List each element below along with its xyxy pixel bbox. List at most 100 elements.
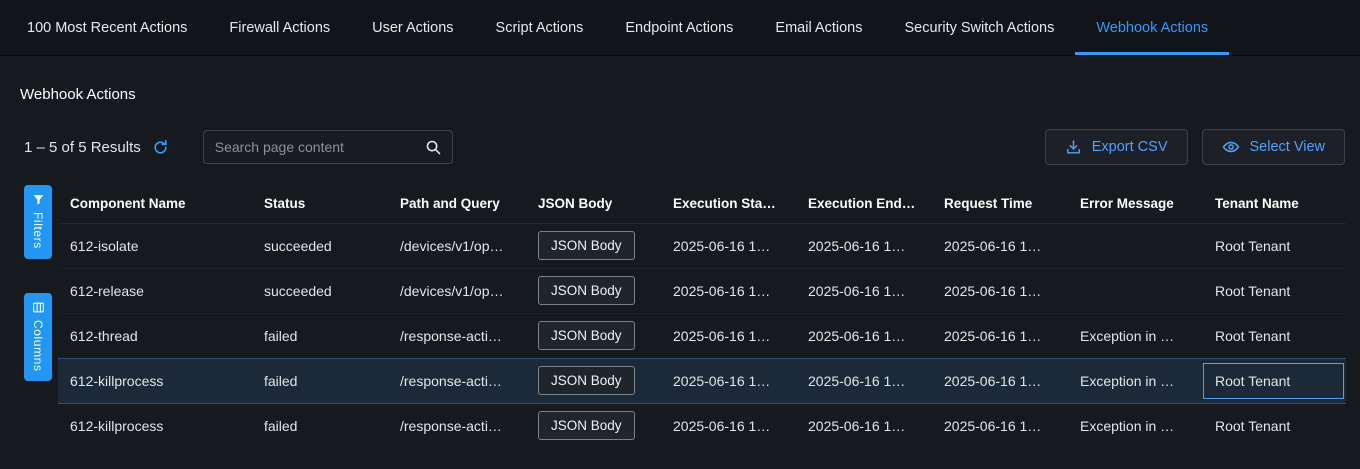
cell-json-body: JSON Body	[526, 268, 661, 313]
cell-execution-end: 2025-06-16 1…	[796, 223, 932, 268]
cell-request-time: 2025-06-16 1…	[932, 403, 1068, 448]
cell-request-time: 2025-06-16 1…	[932, 223, 1068, 268]
tab-security-switch-actions[interactable]: Security Switch Actions	[883, 0, 1075, 55]
header-component-name[interactable]: Component Name	[58, 185, 252, 223]
cell-json-body: JSON Body	[526, 313, 661, 358]
columns-button[interactable]: Columns	[24, 293, 52, 382]
tab-firewall-actions[interactable]: Firewall Actions	[208, 0, 351, 55]
search-box	[203, 130, 453, 164]
table-row[interactable]: 612-release succeeded /devices/v1/op… JS…	[58, 268, 1346, 313]
actions-table: Component Name Status Path and Query JSO…	[58, 185, 1346, 448]
table-row[interactable]: 612-isolate succeeded /devices/v1/op… JS…	[58, 223, 1346, 268]
refresh-button[interactable]	[152, 139, 169, 156]
table-row[interactable]: 612-thread failed /response-acti… JSON B…	[58, 313, 1346, 358]
toolbar-actions: Export CSV Select View	[1045, 129, 1345, 165]
cell-execution-end: 2025-06-16 1…	[796, 358, 932, 403]
json-body-button[interactable]: JSON Body	[538, 231, 635, 260]
cell-execution-start: 2025-06-16 1…	[661, 358, 796, 403]
cell-status: succeeded	[252, 223, 388, 268]
top-tab-bar: 100 Most Recent Actions Firewall Actions…	[0, 0, 1360, 56]
header-status[interactable]: Status	[252, 185, 388, 223]
cell-component-name: 612-killprocess	[58, 403, 252, 448]
actions-table-wrap: Component Name Status Path and Query JSO…	[58, 185, 1346, 448]
cell-component-name: 612-release	[58, 268, 252, 313]
export-csv-label: Export CSV	[1092, 139, 1168, 155]
cell-status: failed	[252, 403, 388, 448]
cell-error-message: Exception in …	[1068, 358, 1203, 403]
cell-status: failed	[252, 358, 388, 403]
cell-path-and-query: /response-acti…	[388, 313, 526, 358]
cell-request-time: 2025-06-16 1…	[932, 358, 1068, 403]
table-row[interactable]: 612-killprocess failed /response-acti… J…	[58, 403, 1346, 448]
filters-label: Filters	[31, 212, 45, 249]
page-title: Webhook Actions	[20, 86, 1360, 103]
cell-tenant-name: Root Tenant	[1203, 313, 1346, 358]
main-content: Filters Columns Component Name	[0, 185, 1360, 448]
select-view-label: Select View	[1250, 139, 1326, 155]
json-body-button[interactable]: JSON Body	[538, 366, 635, 395]
tab-100-most-recent-actions[interactable]: 100 Most Recent Actions	[6, 0, 208, 55]
cell-component-name: 612-thread	[58, 313, 252, 358]
tab-endpoint-actions[interactable]: Endpoint Actions	[604, 0, 754, 55]
tab-webhook-actions[interactable]: Webhook Actions	[1075, 0, 1229, 55]
export-csv-button[interactable]: Export CSV	[1045, 129, 1188, 165]
cell-json-body: JSON Body	[526, 223, 661, 268]
cell-status: succeeded	[252, 268, 388, 313]
columns-icon	[32, 301, 45, 314]
select-view-button[interactable]: Select View	[1202, 129, 1346, 165]
cell-path-and-query: /response-acti…	[388, 403, 526, 448]
tab-email-actions[interactable]: Email Actions	[754, 0, 883, 55]
cell-error-message	[1068, 268, 1203, 313]
cell-component-name: 612-isolate	[58, 223, 252, 268]
cell-json-body: JSON Body	[526, 358, 661, 403]
columns-label: Columns	[31, 320, 45, 372]
header-execution-end[interactable]: Execution End…	[796, 185, 932, 223]
cell-tenant-name-focused[interactable]: Root Tenant	[1203, 358, 1346, 403]
header-json-body[interactable]: JSON Body	[526, 185, 661, 223]
results-count: 1 – 5 of 5 Results	[24, 139, 141, 156]
header-execution-start[interactable]: Execution Sta…	[661, 185, 796, 223]
cell-request-time: 2025-06-16 1…	[932, 268, 1068, 313]
tab-script-actions[interactable]: Script Actions	[475, 0, 605, 55]
cell-tenant-name: Root Tenant	[1203, 268, 1346, 313]
cell-error-message	[1068, 223, 1203, 268]
cell-tenant-name: Root Tenant	[1203, 223, 1346, 268]
side-rail: Filters Columns	[0, 185, 58, 448]
header-path-and-query[interactable]: Path and Query	[388, 185, 526, 223]
json-body-button[interactable]: JSON Body	[538, 321, 635, 350]
table-row-selected[interactable]: 612-killprocess failed /response-acti… J…	[58, 358, 1346, 403]
json-body-button[interactable]: JSON Body	[538, 276, 635, 305]
filters-button[interactable]: Filters	[24, 185, 52, 259]
cell-execution-start: 2025-06-16 1…	[661, 403, 796, 448]
cell-error-message: Exception in …	[1068, 313, 1203, 358]
cell-status: failed	[252, 313, 388, 358]
cell-execution-end: 2025-06-16 1…	[796, 313, 932, 358]
refresh-icon	[152, 139, 169, 156]
cell-error-message: Exception in …	[1068, 403, 1203, 448]
cell-execution-end: 2025-06-16 1…	[796, 403, 932, 448]
search-icon	[425, 139, 442, 156]
cell-execution-start: 2025-06-16 1…	[661, 313, 796, 358]
cell-path-and-query: /devices/v1/op…	[388, 268, 526, 313]
search-button[interactable]	[421, 139, 452, 156]
header-error-message[interactable]: Error Message	[1068, 185, 1203, 223]
cell-path-and-query: /devices/v1/op…	[388, 223, 526, 268]
tab-user-actions[interactable]: User Actions	[351, 0, 474, 55]
search-input[interactable]	[204, 139, 421, 155]
cell-component-name: 612-killprocess	[58, 358, 252, 403]
header-request-time[interactable]: Request Time	[932, 185, 1068, 223]
header-tenant-name[interactable]: Tenant Name	[1203, 185, 1346, 223]
cell-path-and-query: /response-acti…	[388, 358, 526, 403]
cell-execution-start: 2025-06-16 1…	[661, 268, 796, 313]
cell-execution-start: 2025-06-16 1…	[661, 223, 796, 268]
cell-request-time: 2025-06-16 1…	[932, 313, 1068, 358]
toolbar: 1 – 5 of 5 Results	[24, 129, 1345, 165]
json-body-button[interactable]: JSON Body	[538, 411, 635, 440]
cell-json-body: JSON Body	[526, 403, 661, 448]
table-header-row: Component Name Status Path and Query JSO…	[58, 185, 1346, 223]
cell-tenant-name: Root Tenant	[1203, 403, 1346, 448]
filter-icon	[32, 193, 45, 206]
cell-execution-end: 2025-06-16 1…	[796, 268, 932, 313]
eye-icon	[1222, 138, 1240, 156]
download-icon	[1065, 139, 1082, 156]
